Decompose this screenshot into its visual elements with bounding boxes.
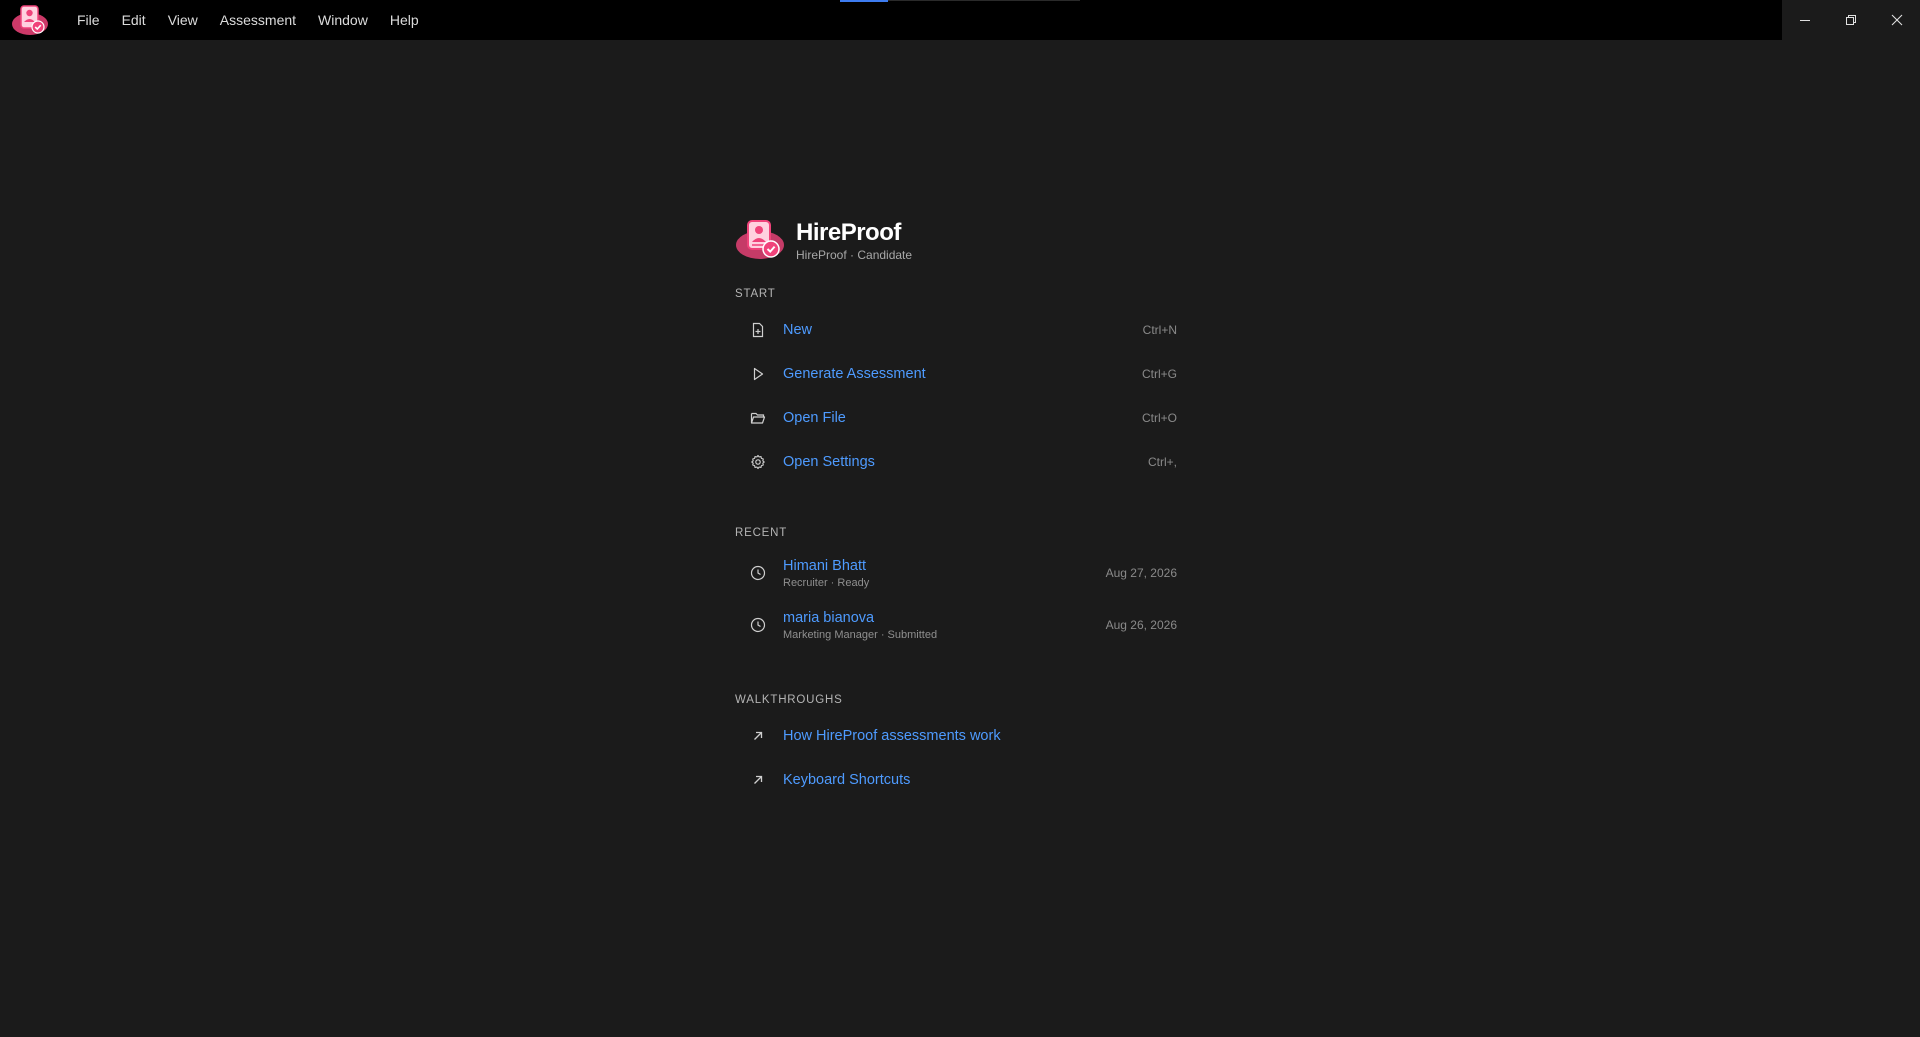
recent-item-date: Aug 27, 2026 xyxy=(1105,566,1177,580)
shortcut-text: Ctrl+, xyxy=(1147,455,1177,469)
window-controls xyxy=(1782,0,1920,40)
menu-view[interactable]: View xyxy=(157,8,209,32)
menu-edit[interactable]: Edit xyxy=(111,8,157,32)
arrow-up-right-icon xyxy=(748,726,768,746)
recent-item-date: Aug 26, 2026 xyxy=(1105,618,1177,632)
minimize-button[interactable] xyxy=(1782,0,1828,40)
recent-item-meta: Marketing Manager · Submitted xyxy=(783,628,938,641)
walkthrough-how-it-works[interactable]: How HireProof assessments work xyxy=(735,714,1177,758)
recent-item[interactable]: maria bianova Marketing Manager · Submit… xyxy=(735,599,1177,651)
start-open-file[interactable]: Open File Ctrl+O xyxy=(735,396,1177,440)
play-icon xyxy=(748,364,768,384)
start-open-settings[interactable]: Open Settings Ctrl+, xyxy=(735,440,1177,484)
menu-window[interactable]: Window xyxy=(307,8,379,32)
menu-assessment[interactable]: Assessment xyxy=(209,8,307,32)
start-open-file-label[interactable]: Open File xyxy=(783,410,1142,426)
menu-help[interactable]: Help xyxy=(379,8,430,32)
gear-icon xyxy=(748,452,768,472)
walkthroughs-heading: WALKTHROUGHS xyxy=(735,694,843,706)
start-generate-assessment[interactable]: Generate Assessment Ctrl+G xyxy=(735,352,1177,396)
clock-icon xyxy=(748,615,768,635)
title-bar: File Edit View Assessment Window Help xyxy=(0,0,1920,40)
start-generate-label[interactable]: Generate Assessment xyxy=(783,366,1142,382)
welcome-panel: HireProof HireProof · Candidate START Ne… xyxy=(735,215,1177,802)
recent-item[interactable]: Himani Bhatt Recruiter · Ready Aug 27, 2… xyxy=(735,547,1177,599)
recent-item-name[interactable]: Himani Bhatt xyxy=(783,558,1106,574)
loading-indicator xyxy=(840,0,888,2)
restore-button[interactable] xyxy=(1828,0,1874,40)
folder-open-icon xyxy=(748,408,768,428)
hireproof-logo-icon xyxy=(736,220,784,259)
start-new[interactable]: New Ctrl+N xyxy=(735,308,1177,352)
walkthrough-shortcuts-label[interactable]: Keyboard Shortcuts xyxy=(783,772,1177,788)
arrow-up-right-icon xyxy=(748,770,768,790)
restore-icon xyxy=(1846,15,1856,25)
walkthrough-keyboard-shortcuts[interactable]: Keyboard Shortcuts xyxy=(735,758,1177,802)
start-open-settings-label[interactable]: Open Settings xyxy=(783,454,1148,470)
minimize-icon xyxy=(1800,20,1810,21)
app-title: HireProof xyxy=(796,218,901,246)
shortcut-text: Ctrl+O xyxy=(1141,411,1177,425)
shortcut-text: Ctrl+G xyxy=(1141,367,1177,381)
walkthrough-how-label[interactable]: How HireProof assessments work xyxy=(783,728,1177,744)
app-logo-icon[interactable] xyxy=(10,2,50,38)
start-heading: START xyxy=(735,288,776,300)
clock-icon xyxy=(748,563,768,583)
recent-heading: RECENT xyxy=(735,527,788,539)
app-subtitle: HireProof · Candidate xyxy=(796,247,913,262)
close-button[interactable] xyxy=(1874,0,1920,40)
start-new-label[interactable]: New xyxy=(783,322,1143,338)
shortcut-text: Ctrl+N xyxy=(1142,323,1177,337)
menu-bar: File Edit View Assessment Window Help xyxy=(66,0,430,40)
recent-item-name[interactable]: maria bianova xyxy=(783,610,1106,626)
menu-file[interactable]: File xyxy=(66,8,111,32)
new-file-icon xyxy=(748,320,768,340)
recent-item-meta: Recruiter · Ready xyxy=(783,576,870,589)
brand-header: HireProof HireProof · Candidate xyxy=(735,215,1177,265)
close-icon xyxy=(1891,14,1903,26)
